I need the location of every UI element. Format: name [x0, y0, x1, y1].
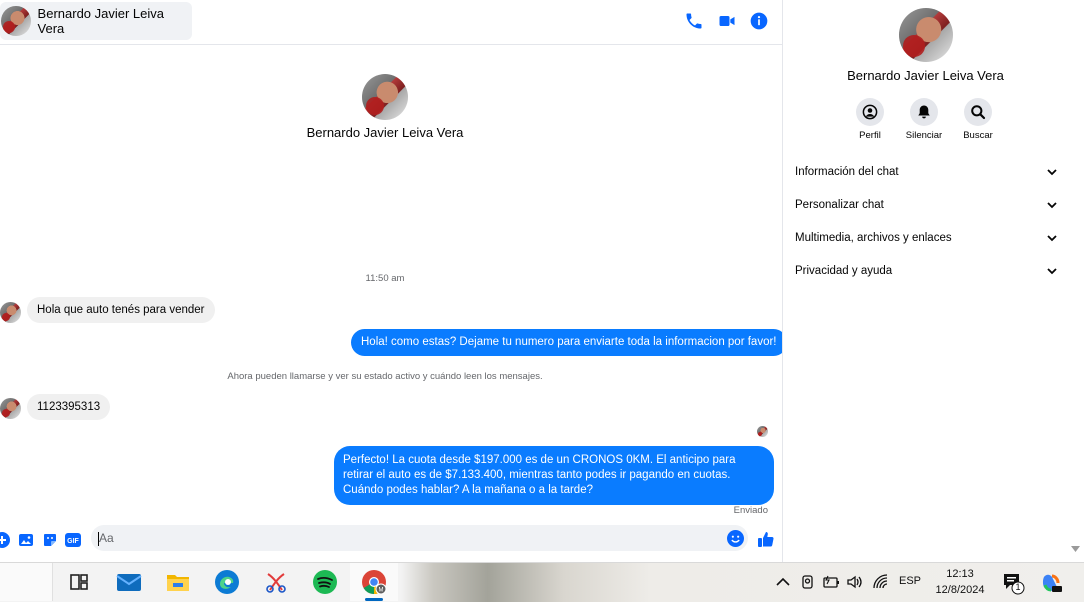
scroll-down-arrow-icon[interactable]	[1071, 545, 1080, 553]
section-media-files-links[interactable]: Multimedia, archivos y enlaces	[795, 228, 1057, 248]
profile-label: Perfil	[859, 130, 881, 141]
contact-avatar	[1, 6, 31, 36]
search-button[interactable]: Buscar	[948, 98, 1008, 141]
section-privacy-help[interactable]: Privacidad y ayuda	[795, 261, 1057, 281]
plus-icon[interactable]	[0, 532, 10, 548]
intro-contact-name: Bernardo Javier Leiva Vera	[306, 125, 464, 140]
spotify-icon[interactable]	[312, 569, 338, 595]
section-chat-info[interactable]: Información del chat	[795, 162, 1057, 182]
section-customize-chat[interactable]: Personalizar chat	[795, 195, 1057, 215]
page-scrollbar[interactable]	[1067, 0, 1084, 562]
intro-avatar[interactable]	[362, 74, 408, 120]
sender-avatar[interactable]	[0, 302, 21, 323]
webcam-icon[interactable]	[798, 572, 818, 592]
notification-count: 1	[1015, 582, 1021, 592]
battery-icon[interactable]	[821, 572, 841, 592]
panel-contact-name: Bernardo Javier Leiva Vera	[847, 68, 1004, 83]
language-indicator[interactable]: ESP	[899, 575, 921, 587]
wifi-icon[interactable]	[871, 572, 891, 592]
mail-icon[interactable]	[116, 569, 142, 595]
clock[interactable]: 12:13 12/8/2024	[928, 566, 992, 598]
windows-taskbar: M ESP 12:13 12/8/2024 1	[0, 562, 1084, 602]
video-camera-icon[interactable]	[717, 11, 737, 31]
clock-time: 12:13	[946, 568, 974, 580]
mute-button[interactable]: Silenciar	[894, 98, 954, 141]
bell-icon	[918, 105, 930, 119]
incoming-message[interactable]: Hola que auto tenés para vender	[27, 297, 215, 323]
message-timestamp: 11:50 am	[365, 273, 405, 284]
search-icon	[971, 105, 986, 120]
sticker-icon[interactable]	[42, 532, 58, 548]
emoji-icon[interactable]	[727, 530, 744, 547]
incoming-message[interactable]: 1123395313	[27, 394, 111, 420]
chat-header: Bernardo Javier Leiva Vera	[0, 0, 782, 45]
section-label: Personalizar chat	[795, 199, 884, 211]
chevron-down-icon	[1047, 202, 1057, 209]
mute-label: Silenciar	[905, 130, 943, 141]
svg-text:M: M	[379, 588, 384, 594]
section-label: Multimedia, archivos y enlaces	[795, 232, 952, 244]
copilot-icon[interactable]	[1040, 572, 1062, 594]
privacy-notice: Ahora pueden llamarse y ver su estado ac…	[227, 371, 543, 382]
outgoing-message[interactable]: Perfecto! La cuota desde $197.000 es de …	[334, 446, 774, 505]
chevron-down-icon	[1047, 235, 1057, 242]
chevron-down-icon	[1047, 169, 1057, 176]
panel-contact-avatar[interactable]	[899, 8, 953, 62]
section-label: Privacidad y ayuda	[795, 265, 893, 277]
profile-button[interactable]: Perfil	[840, 98, 900, 141]
gif-label: GIF	[67, 538, 79, 545]
image-icon[interactable]	[18, 532, 34, 548]
task-view-icon[interactable]	[66, 569, 92, 595]
clock-date: 12/8/2024	[935, 584, 985, 596]
thumbs-up-icon[interactable]	[757, 530, 775, 548]
message-status: Enviado	[733, 505, 768, 516]
edge-icon[interactable]	[214, 569, 240, 595]
message-input[interactable]	[91, 525, 748, 551]
search-label: Buscar	[963, 130, 993, 141]
gif-icon[interactable]: GIF	[65, 532, 81, 548]
section-label: Información del chat	[795, 166, 899, 178]
phone-icon[interactable]	[684, 11, 704, 31]
outgoing-message[interactable]: Hola! como estas? Dejame tu numero para …	[351, 329, 782, 356]
chat-info-panel: Bernardo Javier Leiva Vera Perfil Silenc…	[782, 0, 1068, 562]
file-explorer-icon[interactable]	[165, 569, 191, 595]
header-contact-name: Bernardo Javier Leiva Vera	[37, 6, 165, 36]
sender-avatar[interactable]	[0, 398, 21, 419]
message-composer: GIF	[0, 522, 782, 556]
chrome-icon[interactable]: M	[361, 569, 387, 595]
seen-receipt-avatar	[757, 426, 768, 437]
user-circle-icon	[862, 104, 878, 120]
header-contact-button[interactable]: Bernardo Javier Leiva Vera	[0, 2, 192, 40]
chevron-up-icon[interactable]	[773, 572, 793, 592]
text-caret	[98, 532, 99, 546]
taskbar-search[interactable]	[0, 563, 53, 601]
chat-window: Bernardo Javier Leiva Vera Bernardo Javi…	[0, 0, 782, 562]
snipping-tool-icon[interactable]	[263, 569, 289, 595]
info-icon[interactable]	[749, 11, 769, 31]
chevron-down-icon	[1047, 268, 1057, 275]
speaker-icon[interactable]	[845, 572, 865, 592]
